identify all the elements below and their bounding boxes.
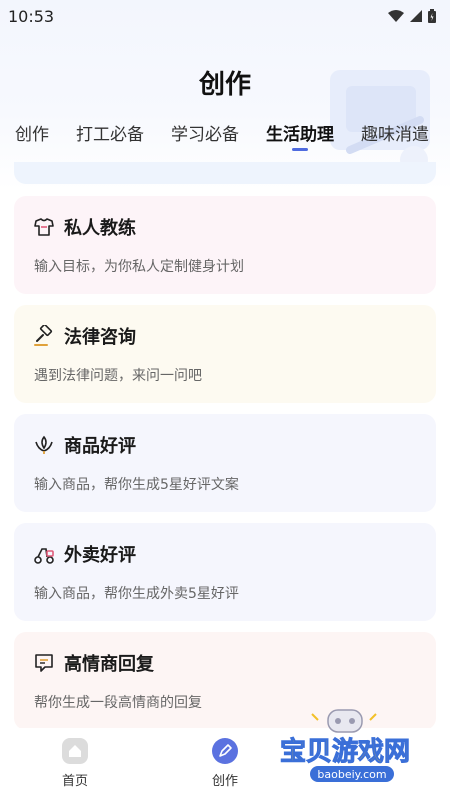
page-title: 创作 [198, 70, 251, 100]
tab-label: 趣味消遣 [361, 125, 429, 145]
tab-fun-pastime[interactable]: 趣味消遣 [361, 116, 429, 145]
nav-create[interactable]: 创作 [185, 738, 265, 789]
card-title: 私人教练 [64, 218, 136, 239]
nav-label: 创作 [211, 774, 238, 789]
tab-label: 打工必备 [76, 125, 144, 145]
scooter-icon [32, 542, 56, 566]
gavel-icon [32, 324, 56, 348]
card-header: 外卖好评 [32, 541, 418, 567]
previous-card-edge [14, 162, 436, 184]
tab-study-essentials[interactable]: 学习必备 [171, 116, 239, 145]
status-time: 10:53 [8, 6, 55, 26]
tab-label: 生活助理 [266, 125, 334, 145]
active-tab-indicator [292, 148, 308, 151]
fitness-shirt-icon [32, 215, 56, 239]
category-tabs: 创作 打工必备 学习必备 生活助理 趣味消遣 [0, 116, 450, 156]
card-title: 法律咨询 [64, 327, 136, 348]
chat-bubble-icon [32, 651, 56, 675]
card-personal-trainer[interactable]: 私人教练 输入目标，为你私人定制健身计划 [14, 196, 436, 294]
card-description: 输入商品，帮你生成5星好评文案 [34, 477, 239, 493]
cellular-signal-icon [410, 10, 422, 22]
card-takeout-review[interactable]: 外卖好评 输入商品，帮你生成外卖5星好评 [14, 523, 436, 621]
tab-label: 创作 [15, 125, 49, 145]
battery-icon [428, 9, 436, 23]
card-title: 高情商回复 [64, 654, 154, 675]
pen-icon [212, 738, 238, 764]
watermark-url: baobeiy.com [317, 768, 386, 781]
card-header: 商品好评 [32, 432, 418, 458]
lotus-icon [32, 433, 56, 457]
status-icons [388, 9, 436, 23]
card-description: 遇到法律问题，来问一问吧 [34, 368, 202, 384]
tab-label: 学习必备 [171, 125, 239, 145]
card-description: 输入目标，为你私人定制健身计划 [34, 259, 244, 275]
wifi-icon [388, 10, 404, 22]
tab-create[interactable]: 创作 [15, 116, 49, 145]
card-header: 法律咨询 [32, 323, 418, 349]
nav-label: 首页 [61, 774, 88, 789]
home-icon [62, 738, 88, 764]
card-header: 私人教练 [32, 214, 418, 240]
tab-work-essentials[interactable]: 打工必备 [76, 116, 144, 145]
watermark-logo: 宝贝游戏网 baobeiy.com [272, 702, 432, 794]
watermark-title: 宝贝游戏网 [280, 736, 410, 767]
card-title: 商品好评 [64, 436, 136, 457]
card-description: 输入商品，帮你生成外卖5星好评 [34, 586, 239, 602]
nav-home[interactable]: 首页 [35, 738, 115, 789]
tab-life-assistant[interactable]: 生活助理 [266, 116, 334, 151]
card-header: 高情商回复 [32, 650, 418, 676]
status-bar: 10:53 [0, 0, 450, 32]
card-legal-consultation[interactable]: 法律咨询 遇到法律问题，来问一问吧 [14, 305, 436, 403]
card-product-review[interactable]: 商品好评 输入商品，帮你生成5星好评文案 [14, 414, 436, 512]
card-title: 外卖好评 [64, 545, 136, 566]
